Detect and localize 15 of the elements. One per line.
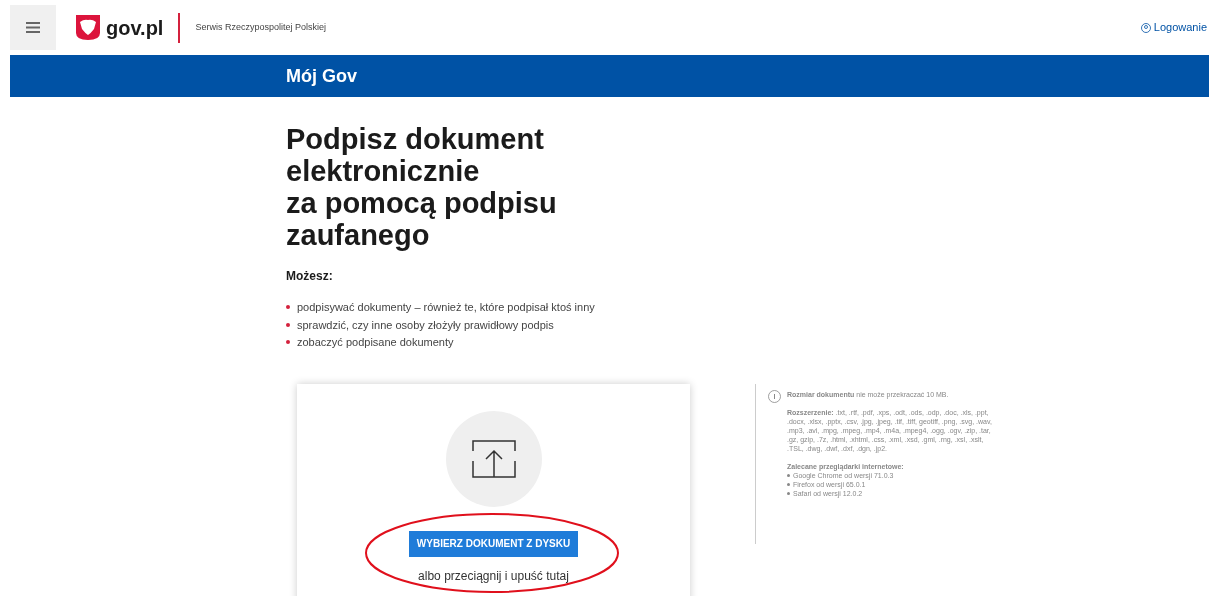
user-icon — [1140, 22, 1151, 33]
bullet-text: sprawdzić, czy inne osoby złożyły prawidłowy podpis — [297, 317, 554, 333]
bullet-text: zobaczyć podpisane dokumenty — [297, 335, 454, 350]
service-name: Serwis Rzeczypospolitej Polskiej — [195, 20, 326, 34]
login-link[interactable]: Logowanie — [1140, 19, 1207, 36]
menu-button[interactable] — [10, 5, 56, 50]
intro-text: Możesz: — [286, 268, 333, 285]
drop-hint: albo przeciągnij i upuść tutaj — [418, 567, 569, 585]
bullet-text: podpisywać dokumenty – również te, które podpisał ktoś inny — [297, 300, 595, 315]
info-icon — [768, 389, 781, 403]
page-heading: Podpisz dokument elektronicznie za pomocą podpisu zaufanego — [286, 123, 557, 251]
menu-icon — [26, 22, 40, 33]
banner-title: Mój Gov — [286, 64, 357, 88]
choose-file-button[interactable]: WYBIERZ DOKUMENT Z DYSKU — [408, 530, 579, 557]
logo-text: gov.pl — [106, 15, 164, 41]
